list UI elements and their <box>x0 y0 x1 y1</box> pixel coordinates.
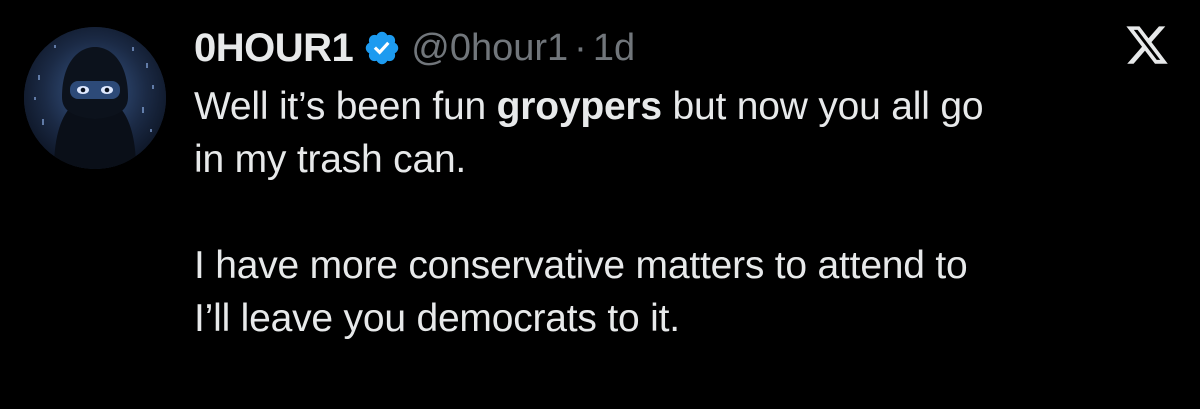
tweet-line-3: I have more conservative matters to atte… <box>194 244 968 287</box>
display-name[interactable]: 0HOUR1 <box>194 26 354 71</box>
user-handle[interactable]: @0hour1 <box>411 27 568 70</box>
separator-dot: · <box>574 26 587 69</box>
avatar-image <box>24 27 166 169</box>
tweet-timestamp[interactable]: 1d <box>593 27 635 70</box>
tweet-line-2: in my trash can. <box>194 138 467 181</box>
tweet-line-4: I’ll leave you democrats to it. <box>194 297 680 340</box>
tweet-header: 0HOUR1 @0hour1 · 1d <box>194 20 635 76</box>
tweet-card: 0HOUR1 @0hour1 · 1d Well it’s been fun g… <box>0 0 1200 409</box>
tweet-line-1: Well it’s been fun groypers but now you … <box>194 85 984 128</box>
user-avatar[interactable] <box>24 27 166 169</box>
x-logo-icon <box>1124 22 1170 68</box>
bold-word: groypers <box>496 85 662 128</box>
verified-badge-icon <box>363 29 401 67</box>
tweet-body: Well it’s been fun groypers but now you … <box>194 80 1184 345</box>
